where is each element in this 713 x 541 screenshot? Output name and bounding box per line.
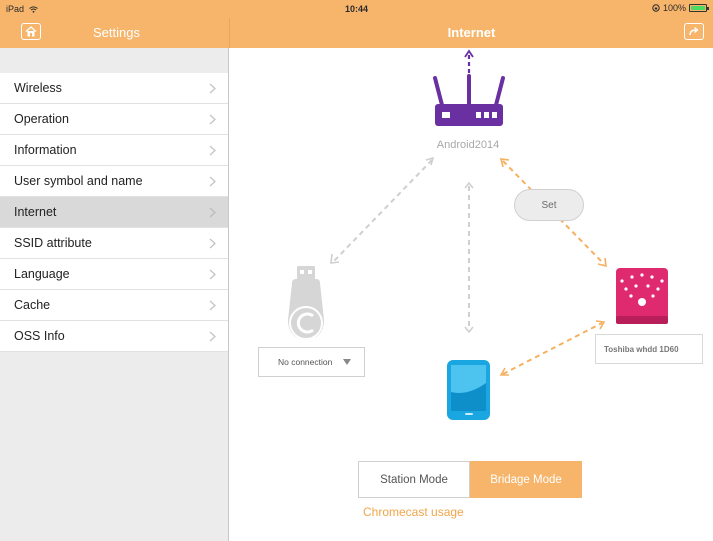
sidebar-item-label: OSS Info (14, 329, 65, 343)
hdd-name-field[interactable]: Toshiba whdd 1D60 (595, 334, 703, 364)
sidebar-item-label: Language (14, 267, 70, 281)
bridge-mode-button[interactable]: Bridage Mode (470, 461, 582, 498)
chevron-right-icon (209, 207, 216, 218)
router-name: Android2014 (436, 139, 500, 151)
sidebar-item-wireless[interactable]: Wireless (0, 73, 228, 104)
settings-title: Settings (93, 25, 140, 40)
battery-icon (689, 4, 709, 12)
sidebar-item-label: Internet (14, 205, 57, 219)
battery-percent: 100% (662, 3, 686, 13)
sidebar-item-label: SSID attribute (14, 236, 92, 250)
sidebar-item-label: Operation (14, 112, 69, 126)
router-icon (433, 74, 505, 126)
clock: 10:44 (344, 4, 369, 14)
chevron-right-icon (209, 269, 216, 280)
phone-icon (447, 360, 490, 420)
chevron-right-icon (209, 300, 216, 311)
nav-bar: Settings Internet (0, 18, 713, 48)
internet-panel: Android2014 Set No connection Toshiba wh… (230, 48, 713, 541)
sidebar-item-label: Cache (14, 298, 51, 312)
set-button-label: Set (541, 199, 557, 211)
settings-sidebar: Wireless Operation Information User symb… (0, 48, 229, 541)
sidebar-item-internet[interactable]: Internet (0, 197, 228, 228)
chevron-right-icon (209, 83, 216, 94)
page-title: Internet (447, 25, 496, 40)
sidebar-item-language[interactable]: Language (0, 259, 228, 290)
sidebar-item-oss-info[interactable]: OSS Info (0, 321, 228, 352)
sidebar-item-user-symbol[interactable]: User symbol and name (0, 166, 228, 197)
chromecast-usage-link[interactable]: Chromecast usage (363, 505, 464, 519)
link-phone-hdd (499, 320, 606, 376)
chromecast-icon (288, 266, 324, 340)
sidebar-item-label: Wireless (14, 81, 62, 95)
station-mode-button[interactable]: Station Mode (358, 461, 470, 498)
chevron-right-icon (209, 176, 216, 187)
share-icon (689, 26, 699, 36)
battery-status: 100% (652, 3, 709, 13)
station-mode-label: Station Mode (380, 473, 448, 486)
mode-segmented-control: Station Mode Bridage Mode (358, 461, 582, 498)
caret-down-icon (343, 359, 351, 365)
sidebar-item-label: User symbol and name (14, 174, 143, 188)
chromecast-select[interactable]: No connection (258, 347, 365, 377)
link-router-chromecast (330, 156, 435, 264)
sidebar-item-ssid-attribute[interactable]: SSID attribute (0, 228, 228, 259)
link-router-phone (464, 181, 474, 334)
sidebar-item-label: Information (14, 143, 77, 157)
share-button[interactable] (684, 23, 704, 40)
set-button[interactable]: Set (514, 189, 584, 221)
chevron-right-icon (209, 331, 216, 342)
sidebar-item-information[interactable]: Information (0, 135, 228, 166)
bridge-mode-label: Bridage Mode (490, 473, 562, 486)
hdd-icon (616, 268, 668, 324)
chevron-right-icon (209, 238, 216, 249)
sidebar-item-operation[interactable]: Operation (0, 104, 228, 135)
status-bar: iPad 10:44 100% (0, 0, 713, 18)
sidebar-item-cache[interactable]: Cache (0, 290, 228, 321)
chevron-right-icon (209, 145, 216, 156)
hdd-name-value: Toshiba whdd 1D60 (604, 344, 679, 354)
chromecast-select-value: No connection (278, 357, 333, 367)
orientation-lock-icon (652, 4, 660, 12)
chevron-right-icon (209, 114, 216, 125)
link-router-internet (464, 49, 474, 73)
